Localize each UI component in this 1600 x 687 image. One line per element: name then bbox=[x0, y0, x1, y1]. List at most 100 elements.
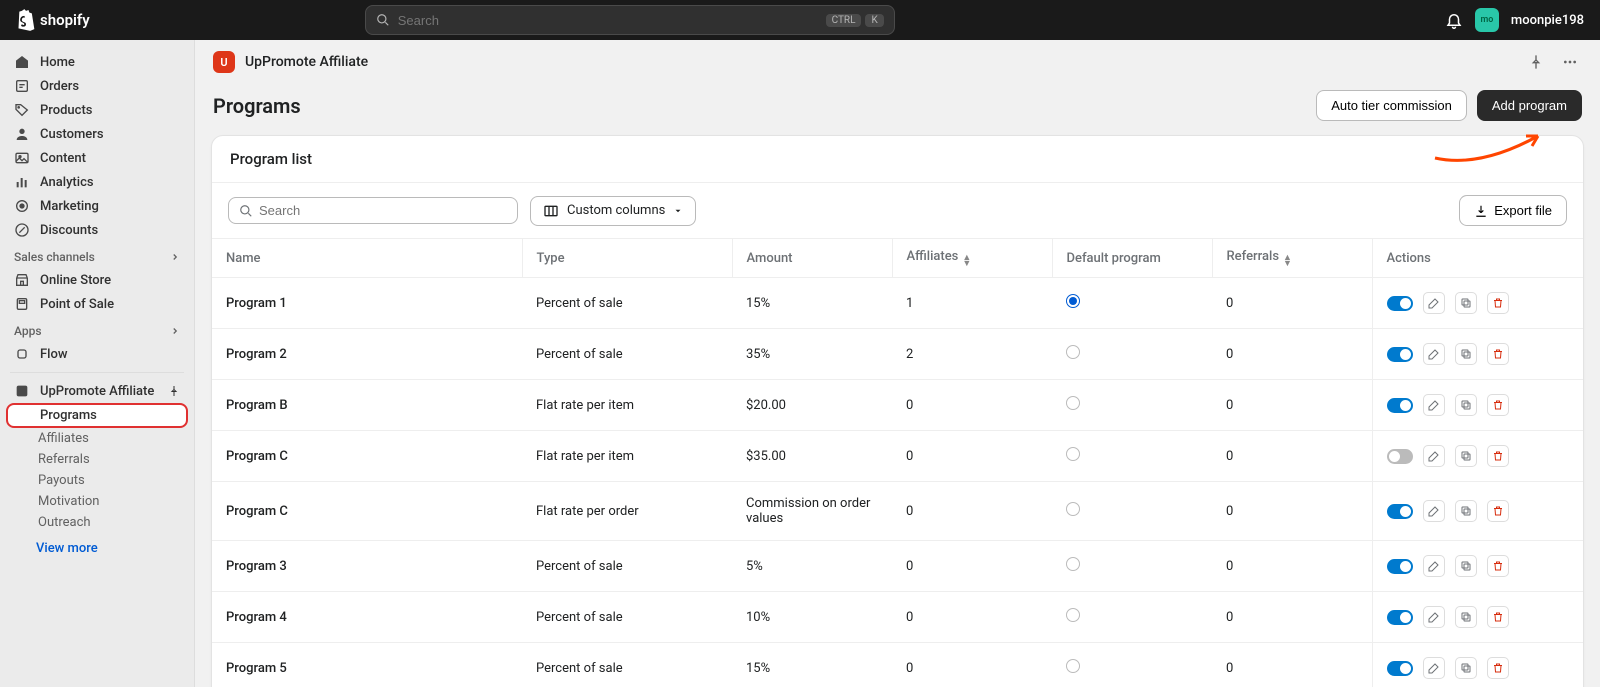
toggle-active[interactable] bbox=[1387, 559, 1413, 574]
auto-tier-button[interactable]: Auto tier commission bbox=[1316, 90, 1467, 121]
toggle-active[interactable] bbox=[1387, 661, 1413, 676]
list-search[interactable] bbox=[228, 197, 518, 224]
add-program-button[interactable]: Add program bbox=[1477, 90, 1582, 121]
export-button[interactable]: Export file bbox=[1459, 195, 1567, 226]
cell-default[interactable] bbox=[1052, 592, 1212, 643]
custom-columns-button[interactable]: Custom columns bbox=[530, 196, 696, 226]
nav-orders[interactable]: Orders bbox=[0, 74, 194, 98]
nav-affiliates[interactable]: Affiliates bbox=[0, 428, 194, 449]
edit-button[interactable] bbox=[1423, 292, 1445, 314]
col-referrals[interactable]: Referrals▲▼ bbox=[1212, 239, 1372, 278]
view-more-link[interactable]: View more bbox=[0, 533, 194, 564]
bell-icon[interactable] bbox=[1445, 11, 1463, 29]
col-default[interactable]: Default program bbox=[1052, 239, 1212, 278]
avatar[interactable]: mo bbox=[1475, 8, 1499, 32]
delete-button[interactable] bbox=[1487, 292, 1509, 314]
cell-default[interactable] bbox=[1052, 643, 1212, 687]
programs-table: Name Type Amount Affiliates▲▼ Default pr… bbox=[212, 238, 1583, 687]
edit-button[interactable] bbox=[1423, 343, 1445, 365]
nav-analytics[interactable]: Analytics bbox=[0, 170, 194, 194]
table-row[interactable]: Program 2 Percent of sale 35% 2 0 bbox=[212, 329, 1583, 380]
toggle-active[interactable] bbox=[1387, 504, 1413, 519]
username[interactable]: moonpie198 bbox=[1511, 13, 1584, 28]
edit-button[interactable] bbox=[1423, 657, 1445, 679]
nav-online-store[interactable]: Online Store bbox=[0, 268, 194, 292]
col-amount[interactable]: Amount bbox=[732, 239, 892, 278]
table-row[interactable]: Program B Flat rate per item $20.00 0 0 bbox=[212, 380, 1583, 431]
delete-button[interactable] bbox=[1487, 657, 1509, 679]
toggle-active[interactable] bbox=[1387, 296, 1413, 311]
default-radio[interactable] bbox=[1066, 659, 1080, 673]
toggle-active[interactable] bbox=[1387, 610, 1413, 625]
default-radio[interactable] bbox=[1066, 608, 1080, 622]
toggle-active[interactable] bbox=[1387, 347, 1413, 362]
table-row[interactable]: Program C Flat rate per item $35.00 0 0 bbox=[212, 431, 1583, 482]
default-radio[interactable] bbox=[1066, 502, 1080, 516]
sales-channels-header[interactable]: Sales channels bbox=[0, 242, 194, 268]
copy-button[interactable] bbox=[1455, 445, 1477, 467]
nav-payouts[interactable]: Payouts bbox=[0, 470, 194, 491]
cell-default[interactable] bbox=[1052, 541, 1212, 592]
copy-button[interactable] bbox=[1455, 606, 1477, 628]
default-radio[interactable] bbox=[1066, 557, 1080, 571]
copy-button[interactable] bbox=[1455, 555, 1477, 577]
col-affiliates[interactable]: Affiliates▲▼ bbox=[892, 239, 1052, 278]
cell-default[interactable] bbox=[1052, 380, 1212, 431]
edit-button[interactable] bbox=[1423, 500, 1445, 522]
delete-button[interactable] bbox=[1487, 606, 1509, 628]
edit-button[interactable] bbox=[1423, 445, 1445, 467]
nav-flow[interactable]: Flow bbox=[0, 342, 194, 366]
edit-button[interactable] bbox=[1423, 606, 1445, 628]
shopify-logo[interactable]: shopify bbox=[16, 9, 90, 31]
table-row[interactable]: Program 5 Percent of sale 15% 0 0 bbox=[212, 643, 1583, 687]
cell-default[interactable] bbox=[1052, 278, 1212, 329]
nav-motivation[interactable]: Motivation bbox=[0, 491, 194, 512]
pin-icon[interactable] bbox=[168, 385, 180, 397]
nav-programs[interactable]: Programs bbox=[6, 403, 188, 428]
default-radio[interactable] bbox=[1066, 345, 1080, 359]
nav-home[interactable]: Home bbox=[0, 50, 194, 74]
nav-outreach[interactable]: Outreach bbox=[0, 512, 194, 533]
table-row[interactable]: Program 4 Percent of sale 10% 0 0 bbox=[212, 592, 1583, 643]
cell-affiliates: 0 bbox=[892, 541, 1052, 592]
cell-default[interactable] bbox=[1052, 329, 1212, 380]
table-row[interactable]: Program 1 Percent of sale 15% 1 0 bbox=[212, 278, 1583, 329]
copy-button[interactable] bbox=[1455, 500, 1477, 522]
nav-customers[interactable]: Customers bbox=[0, 122, 194, 146]
nav-pos[interactable]: Point of Sale bbox=[0, 292, 194, 316]
default-radio[interactable] bbox=[1066, 396, 1080, 410]
cell-default[interactable] bbox=[1052, 431, 1212, 482]
more-button[interactable] bbox=[1558, 50, 1582, 74]
col-name[interactable]: Name bbox=[212, 239, 522, 278]
apps-header[interactable]: Apps bbox=[0, 316, 194, 342]
table-row[interactable]: Program C Flat rate per order Commission… bbox=[212, 482, 1583, 541]
copy-button[interactable] bbox=[1455, 292, 1477, 314]
nav-uppromote[interactable]: UpPromote Affiliate bbox=[0, 379, 194, 403]
delete-button[interactable] bbox=[1487, 394, 1509, 416]
table-row[interactable]: Program 3 Percent of sale 5% 0 0 bbox=[212, 541, 1583, 592]
delete-button[interactable] bbox=[1487, 343, 1509, 365]
pin-app-button[interactable] bbox=[1524, 50, 1548, 74]
copy-button[interactable] bbox=[1455, 343, 1477, 365]
edit-button[interactable] bbox=[1423, 555, 1445, 577]
col-type[interactable]: Type bbox=[522, 239, 732, 278]
delete-button[interactable] bbox=[1487, 555, 1509, 577]
delete-button[interactable] bbox=[1487, 445, 1509, 467]
nav-referrals[interactable]: Referrals bbox=[0, 449, 194, 470]
copy-button[interactable] bbox=[1455, 657, 1477, 679]
edit-button[interactable] bbox=[1423, 394, 1445, 416]
default-radio[interactable] bbox=[1066, 294, 1080, 308]
copy-button[interactable] bbox=[1455, 394, 1477, 416]
toggle-active[interactable] bbox=[1387, 449, 1413, 464]
nav-products[interactable]: Products bbox=[0, 98, 194, 122]
toggle-active[interactable] bbox=[1387, 398, 1413, 413]
cell-default[interactable] bbox=[1052, 482, 1212, 541]
nav-discounts[interactable]: Discounts bbox=[0, 218, 194, 242]
global-search-input[interactable] bbox=[398, 13, 822, 28]
global-search[interactable]: CTRL K bbox=[365, 5, 895, 35]
nav-content[interactable]: Content bbox=[0, 146, 194, 170]
default-radio[interactable] bbox=[1066, 447, 1080, 461]
delete-button[interactable] bbox=[1487, 500, 1509, 522]
nav-marketing[interactable]: Marketing bbox=[0, 194, 194, 218]
list-search-input[interactable] bbox=[259, 203, 507, 218]
